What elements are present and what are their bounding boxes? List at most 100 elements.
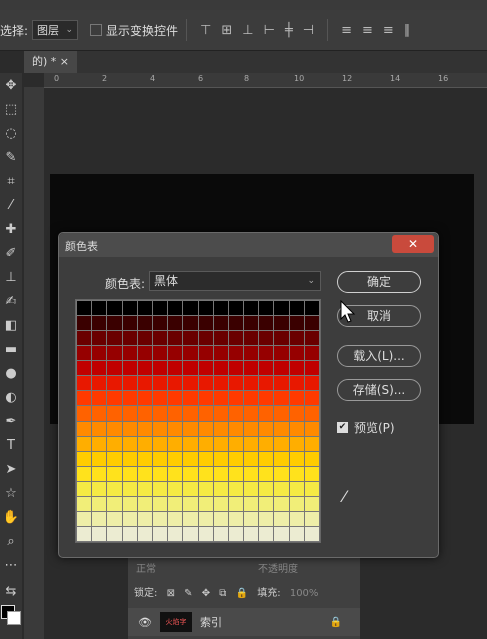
color-swatch[interactable] [198, 436, 213, 451]
color-swatch[interactable] [198, 391, 213, 406]
color-swatch[interactable] [168, 316, 183, 331]
color-swatch[interactable] [228, 421, 244, 436]
color-swatch[interactable] [259, 436, 274, 451]
color-swatch[interactable] [183, 361, 198, 376]
color-swatch[interactable] [259, 481, 274, 496]
brush-icon[interactable]: ✐ [0, 243, 22, 265]
color-swatch[interactable] [122, 511, 137, 526]
color-swatch[interactable] [92, 481, 107, 496]
color-swatch[interactable] [92, 391, 107, 406]
color-swatch[interactable] [259, 421, 274, 436]
color-swatch[interactable] [213, 526, 228, 541]
color-swatch[interactable] [122, 406, 137, 421]
color-swatch[interactable] [213, 466, 228, 481]
color-swatch[interactable] [228, 496, 244, 511]
color-swatch[interactable] [274, 391, 289, 406]
color-swatch[interactable] [152, 301, 168, 316]
color-swatch[interactable] [289, 421, 304, 436]
color-swatch[interactable] [259, 361, 274, 376]
align-vcenter-icon[interactable]: ⊞ [221, 23, 232, 38]
color-swatch[interactable] [92, 466, 107, 481]
color-swatch[interactable] [274, 436, 289, 451]
color-swatch[interactable] [198, 511, 213, 526]
color-swatch[interactable] [152, 526, 168, 541]
color-swatch[interactable] [259, 331, 274, 346]
eraser-icon[interactable]: ◧ [0, 315, 22, 337]
color-swatch[interactable] [244, 406, 259, 421]
history-brush-icon[interactable]: ✍ [0, 291, 22, 313]
eyedropper-icon[interactable]: ⁄ [0, 195, 22, 217]
color-swatch[interactable] [92, 331, 107, 346]
color-swatch[interactable] [289, 451, 304, 466]
color-swatch[interactable] [137, 421, 152, 436]
color-swatch[interactable] [213, 421, 228, 436]
more-icon[interactable]: ⋯ [0, 555, 22, 577]
color-swatch[interactable] [168, 526, 183, 541]
color-swatch[interactable] [137, 376, 152, 391]
color-swatch[interactable] [152, 436, 168, 451]
color-swatch[interactable] [107, 451, 122, 466]
close-button[interactable]: ✕ [392, 235, 434, 253]
color-swatch[interactable] [122, 526, 137, 541]
color-swatch[interactable] [122, 466, 137, 481]
color-swatch[interactable] [152, 331, 168, 346]
color-swatch[interactable] [259, 451, 274, 466]
color-swatch[interactable] [289, 331, 304, 346]
color-swatch[interactable] [213, 361, 228, 376]
color-swatch[interactable] [274, 451, 289, 466]
lock-artboard-icon[interactable]: ⧉ [219, 588, 226, 599]
color-palette-grid[interactable] [75, 299, 321, 543]
color-swatch[interactable] [168, 346, 183, 361]
color-swatch[interactable] [137, 481, 152, 496]
color-swatch[interactable] [107, 391, 122, 406]
color-swatch[interactable] [168, 496, 183, 511]
color-swatch[interactable] [274, 421, 289, 436]
color-swatch[interactable] [122, 346, 137, 361]
shape-icon[interactable]: ☆ [0, 483, 22, 505]
color-swatch[interactable] [198, 316, 213, 331]
color-swatch[interactable] [213, 511, 228, 526]
color-swatch[interactable] [168, 466, 183, 481]
color-swatch[interactable] [274, 316, 289, 331]
color-swatch[interactable] [152, 316, 168, 331]
color-swatch[interactable] [289, 361, 304, 376]
color-swatch[interactable] [183, 511, 198, 526]
color-swatch[interactable] [137, 391, 152, 406]
color-swatch[interactable] [274, 301, 289, 316]
color-swatch[interactable] [77, 301, 92, 316]
color-swatch[interactable] [183, 406, 198, 421]
color-swatch[interactable] [228, 376, 244, 391]
layer-row[interactable]: 👁 火焰字 索引 🔒 [128, 608, 360, 636]
color-swatch[interactable] [77, 496, 92, 511]
color-swatch[interactable] [122, 421, 137, 436]
color-swatch[interactable] [244, 376, 259, 391]
color-swatch[interactable] [107, 331, 122, 346]
color-swatch[interactable] [244, 331, 259, 346]
color-swatch[interactable] [77, 466, 92, 481]
color-swatch[interactable] [274, 481, 289, 496]
color-swatch[interactable] [137, 331, 152, 346]
color-swatch[interactable] [168, 511, 183, 526]
color-swatch[interactable] [304, 451, 319, 466]
color-swatch[interactable] [228, 511, 244, 526]
color-swatch[interactable] [77, 481, 92, 496]
background-color-swatch[interactable] [7, 611, 21, 625]
color-swatch[interactable] [122, 331, 137, 346]
color-swatch[interactable] [122, 376, 137, 391]
color-swatch[interactable] [152, 421, 168, 436]
color-swatch[interactable] [77, 451, 92, 466]
visibility-eye-icon[interactable]: 👁 [138, 616, 152, 629]
color-swatch[interactable] [228, 301, 244, 316]
color-swatch[interactable] [122, 361, 137, 376]
color-swatch[interactable] [198, 421, 213, 436]
color-swatch[interactable] [259, 496, 274, 511]
color-swatch[interactable] [304, 406, 319, 421]
color-swatch[interactable] [304, 346, 319, 361]
color-swatch[interactable] [183, 376, 198, 391]
color-swatch[interactable] [274, 466, 289, 481]
color-swatch[interactable] [152, 406, 168, 421]
color-swatch[interactable] [304, 316, 319, 331]
color-swatch[interactable] [137, 496, 152, 511]
color-swatch[interactable] [92, 316, 107, 331]
swap-colors-icon[interactable]: ⇆ [0, 581, 22, 603]
